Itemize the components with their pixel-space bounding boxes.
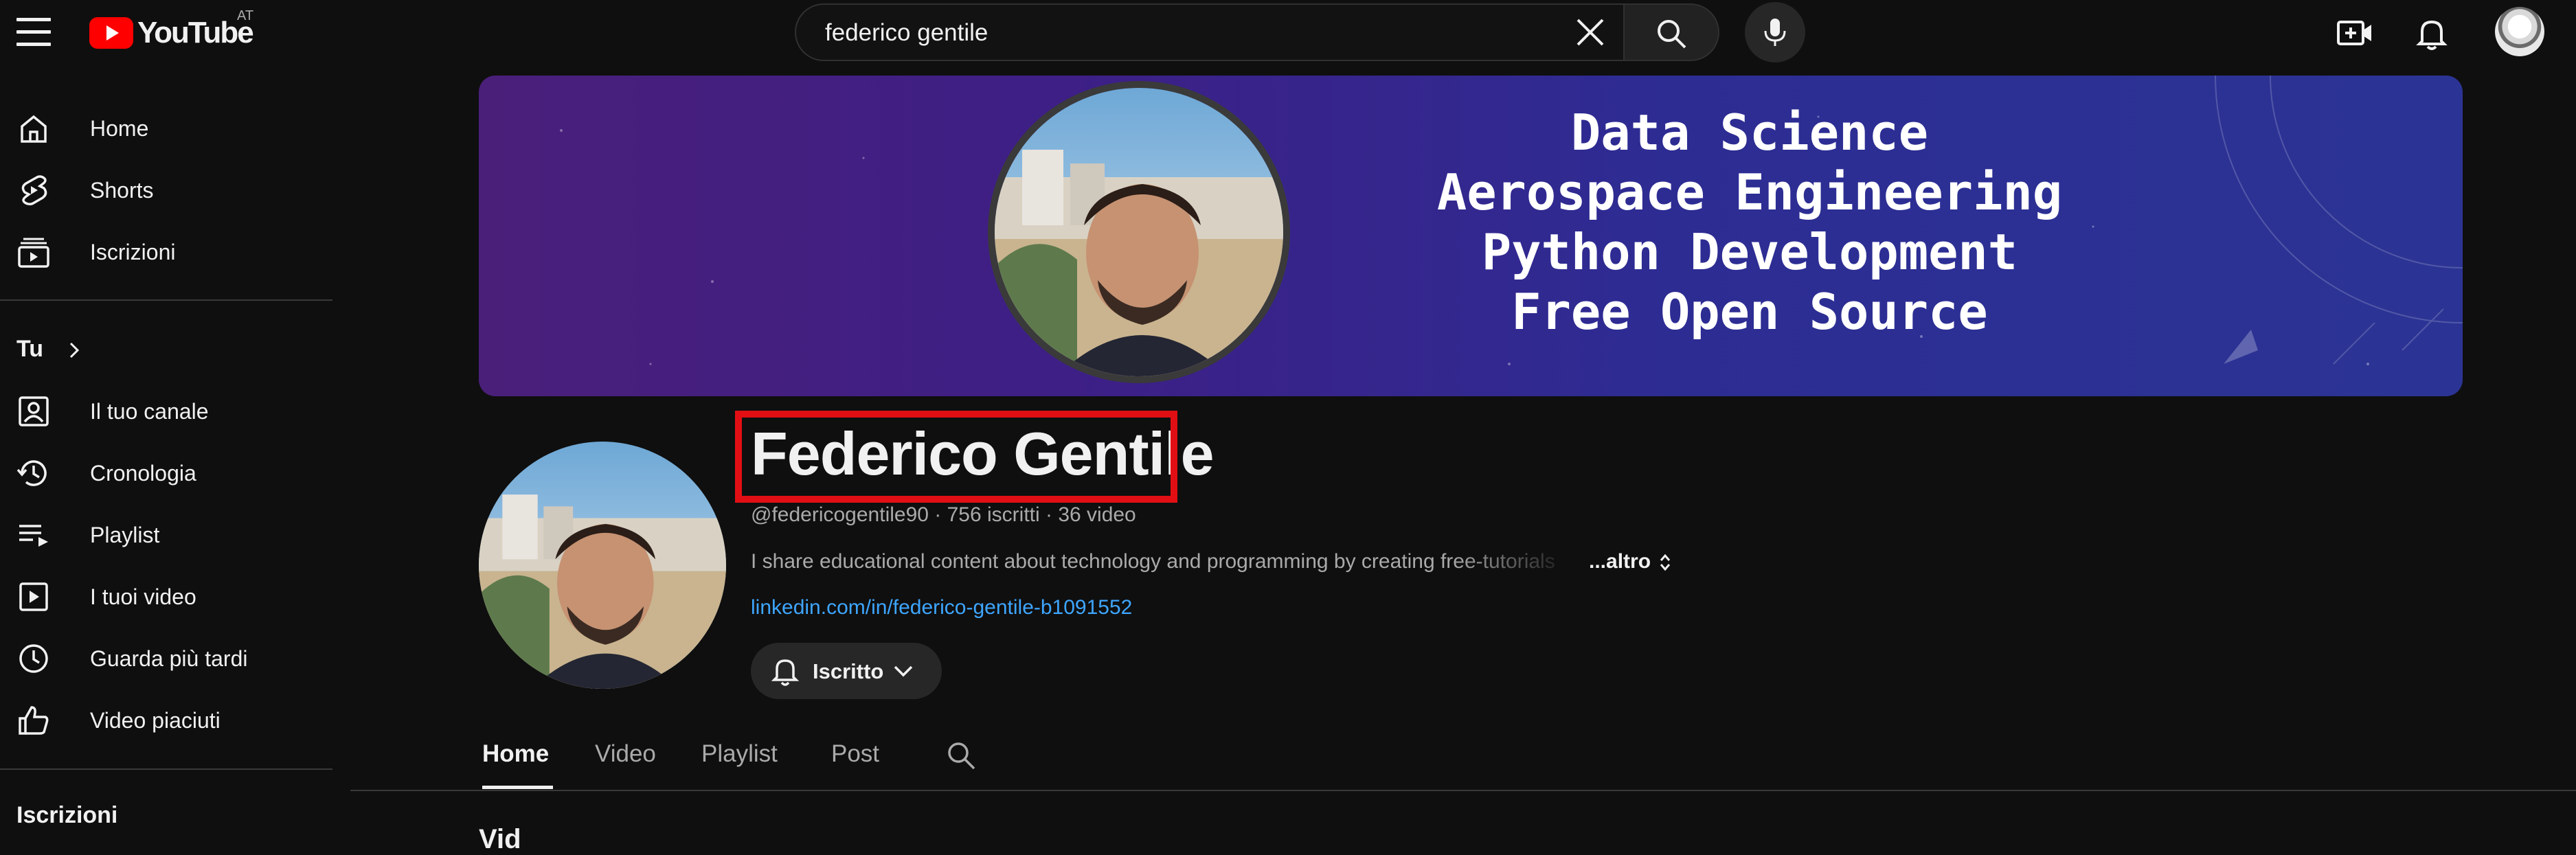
sidebar-item-history[interactable]: Cronologia <box>0 441 332 503</box>
tab-post[interactable]: Post <box>831 740 879 768</box>
subscriptions-section-heading: Iscrizioni <box>16 802 118 828</box>
chevron-down-icon <box>894 665 913 677</box>
watch-later-icon <box>19 644 48 673</box>
sidebar-item-your-channel[interactable]: Il tuo canale <box>0 379 332 441</box>
youtube-play-icon <box>89 17 133 49</box>
highlight-annotation-box <box>735 411 1177 503</box>
home-icon <box>21 115 47 143</box>
chevron-right-icon <box>70 342 80 358</box>
search-box <box>795 3 1623 61</box>
section-title: Vid <box>479 824 521 854</box>
country-code: AT <box>237 8 254 23</box>
channel-description[interactable]: I share educational content about techno… <box>751 550 1575 573</box>
sidebar-item-liked-videos[interactable]: Video piaciuti <box>0 688 332 750</box>
youtube-logo[interactable]: YouTube <box>89 14 254 52</box>
account-avatar[interactable] <box>2495 7 2544 56</box>
subscribe-label: Iscritto <box>813 659 884 683</box>
tab-video[interactable]: Video <box>595 740 656 768</box>
sidebar-item-label: Video piaciuti <box>90 708 221 733</box>
tab-playlist[interactable]: Playlist <box>701 740 778 768</box>
channel-avatar[interactable] <box>479 442 726 689</box>
subscribed-button[interactable]: Iscritto <box>751 643 942 699</box>
sidebar-item-label: Guarda più tardi <box>90 646 248 671</box>
more-label: ...altro <box>1589 550 1651 573</box>
tabs-divider <box>350 790 2576 791</box>
channel-description-text: I share educational content about techno… <box>751 550 1555 573</box>
your-videos-icon <box>19 582 48 611</box>
sidebar-item-watch-later[interactable]: Guarda più tardi <box>0 626 332 688</box>
voice-search-button[interactable] <box>1745 2 1805 62</box>
channel-banner: Data Science Aerospace Engineering Pytho… <box>479 76 2463 396</box>
clear-search-icon[interactable] <box>1572 14 1608 50</box>
channel-meta: @federicogentile90 · 756 iscritti · 36 v… <box>751 503 1136 526</box>
microphone-icon <box>1764 19 1786 46</box>
subscriptions-icon <box>18 238 49 268</box>
sidebar-item-label: Cronologia <box>90 461 196 486</box>
tab-home[interactable]: Home <box>482 740 549 768</box>
sidebar-divider <box>0 768 332 770</box>
create-video-icon[interactable] <box>2336 14 2374 52</box>
you-section-heading[interactable]: Tu <box>16 336 84 363</box>
sidebar-item-your-videos[interactable]: I tuoi video <box>0 565 332 626</box>
channel-external-link[interactable]: linkedin.com/in/federico-gentile-b109155… <box>751 596 1132 619</box>
banner-line: Data Science <box>1570 104 1929 161</box>
sidebar: Home Shorts Iscrizioni Tu Il tuo canale <box>0 66 332 837</box>
sidebar-item-label: Home <box>90 116 149 141</box>
playlist-icon <box>19 525 48 547</box>
more-description-button[interactable]: ...altro <box>1589 550 1671 573</box>
logo-text: YouTube <box>137 16 254 49</box>
active-tab-indicator <box>482 786 553 789</box>
sidebar-item-label: Playlist <box>90 523 160 547</box>
top-bar: YouTube AT <box>0 0 2576 66</box>
search-input[interactable] <box>824 5 1513 61</box>
sidebar-item-label: I tuoi video <box>90 584 196 609</box>
you-heading-label: Tu <box>16 336 44 362</box>
expand-icon <box>1660 554 1671 571</box>
history-icon <box>16 460 47 486</box>
sidebar-item-label: Shorts <box>90 178 154 203</box>
sidebar-item-shorts[interactable]: Shorts <box>0 158 332 220</box>
menu-icon[interactable] <box>16 18 51 48</box>
sidebar-item-home[interactable]: Home <box>0 96 332 158</box>
banner-line: Python Development <box>1481 223 2018 281</box>
search-button[interactable] <box>1623 3 1719 61</box>
sidebar-divider <box>0 299 332 301</box>
liked-videos-icon <box>19 706 49 735</box>
bell-icon <box>771 659 800 686</box>
banner-line: Free Open Source <box>1511 283 1988 341</box>
your-channel-icon <box>19 396 49 426</box>
notifications-icon[interactable] <box>2413 14 2451 52</box>
banner-tagline: Data Science Aerospace Engineering Pytho… <box>1337 103 2162 342</box>
sidebar-item-playlist[interactable]: Playlist <box>0 503 332 565</box>
sidebar-item-label: Iscrizioni <box>90 240 176 264</box>
banner-profile-photo <box>988 81 1290 383</box>
shorts-icon <box>21 175 47 206</box>
banner-line: Aerospace Engineering <box>1436 163 2063 221</box>
sidebar-item-subscriptions[interactable]: Iscrizioni <box>0 220 332 282</box>
search-icon <box>1658 20 1686 49</box>
sidebar-item-label: Il tuo canale <box>90 399 209 424</box>
channel-search-icon[interactable] <box>945 739 978 772</box>
